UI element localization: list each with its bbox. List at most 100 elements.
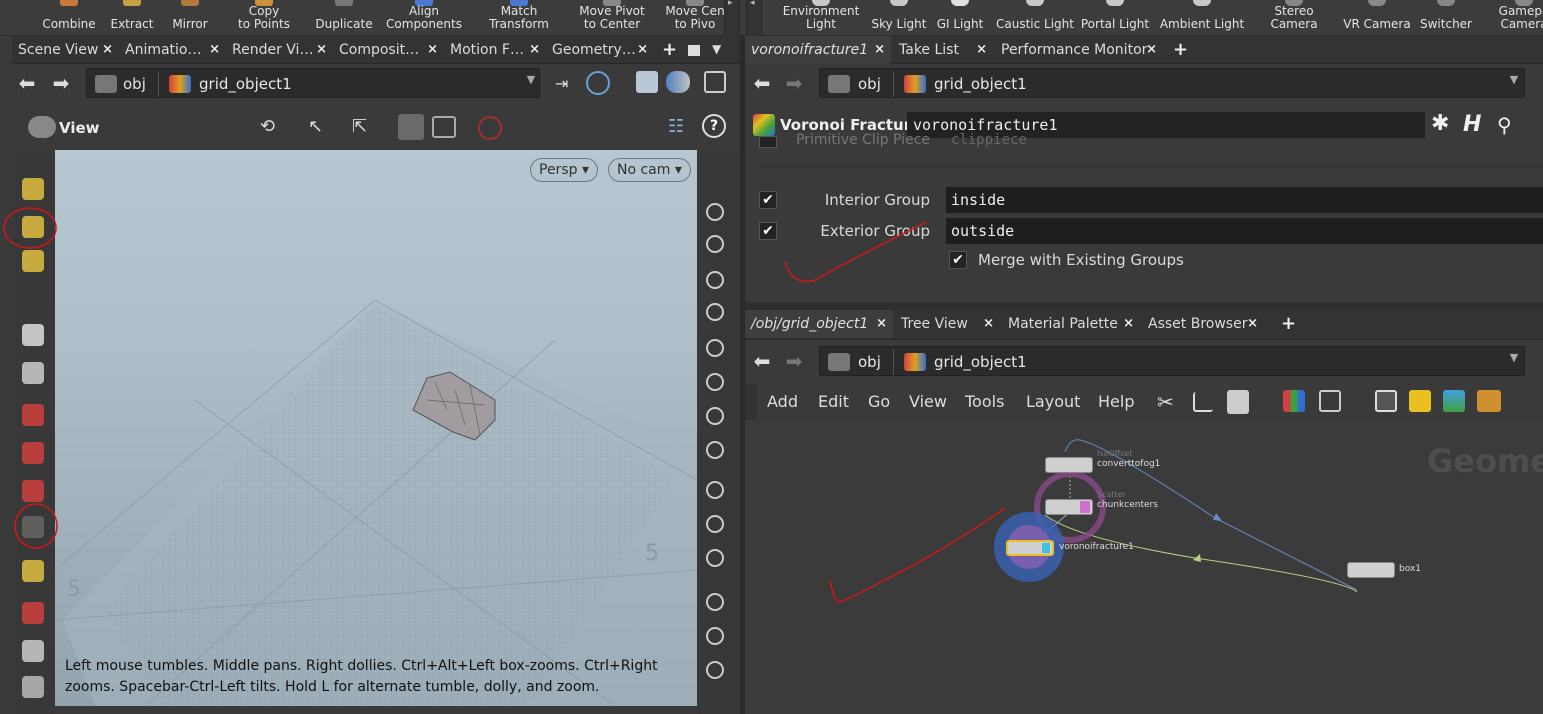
path-dropdown-icon[interactable]: ▼	[1505, 73, 1523, 87]
path-field[interactable]: obj grid_object1	[819, 68, 1525, 98]
network-tabbar: /obj/grid_object1 × Tree View × Material Pal…	[745, 310, 1543, 340]
shelf-divider-2[interactable]: ◂	[746, 0, 762, 36]
path-segment-object[interactable]: grid_object1	[934, 353, 1027, 371]
node-converttofog1[interactable]	[1045, 457, 1093, 473]
tab-close-icon[interactable]: ×	[1247, 310, 1258, 338]
annotation-overlay	[3, 207, 58, 549]
shelf-light-text-line2: Light	[806, 17, 836, 31]
tab-close-icon[interactable]: ×	[1123, 310, 1134, 338]
tab-2[interactable]: Material Palette ×	[1002, 310, 1140, 338]
tab-1[interactable]: Take List ×	[893, 36, 993, 64]
shelf-light-text: VR Camera	[1343, 17, 1411, 31]
tab-close-icon[interactable]: ×	[983, 310, 994, 338]
node-label: chunkcenters	[1097, 500, 1158, 510]
shelf-light-0[interactable]: Environment Light	[778, 0, 864, 34]
path-separator	[884, 349, 894, 375]
shelf-light-text-line2: Camera	[1270, 17, 1318, 31]
parameter-panel: Primitive Clip Piece clippiece ✔ Interio…	[745, 132, 1543, 302]
menu-handle[interactable]	[745, 384, 757, 420]
tab-close-icon[interactable]: ×	[874, 36, 885, 64]
shelf-light-label: Caustic Light	[994, 18, 1076, 30]
shelf-light-icon	[890, 0, 908, 6]
path-segment-obj[interactable]: obj	[858, 353, 881, 371]
back-arrow-icon[interactable]: ⬅	[751, 351, 773, 371]
houdini-help-icon[interactable]: H	[1463, 112, 1487, 138]
sticky-note-icon[interactable]	[1409, 390, 1431, 412]
geo-object-icon	[904, 353, 926, 371]
digital-asset-icon[interactable]	[1477, 390, 1501, 412]
menu-edit[interactable]: Edit	[818, 392, 849, 411]
node-chunkcenters[interactable]	[1045, 499, 1093, 515]
node-voronoifracture1[interactable]	[1006, 540, 1054, 556]
list-icon[interactable]	[1227, 390, 1249, 414]
menu-add[interactable]: Add	[767, 392, 798, 411]
merge-groups-label: Merge with Existing Groups	[978, 251, 1184, 269]
shelf-light-text: Switcher	[1420, 17, 1472, 31]
shelf-light-6[interactable]: Stereo Camera	[1258, 0, 1330, 34]
path-segment-obj[interactable]: obj	[858, 75, 881, 93]
shelf-light-label: Sky Light	[868, 17, 930, 31]
shelf-light-label: GI Light	[934, 18, 986, 30]
node-label: converttofog1	[1097, 459, 1161, 469]
shelf-light-text-line1: Environment	[782, 4, 860, 18]
gear-icon[interactable]: ✱	[1431, 113, 1455, 137]
params-pathbar: ⬅ ➡ obj grid_object1 ▼	[745, 64, 1543, 102]
params-tabbar: voronoifracture1 × Take List × Performance M…	[745, 36, 1543, 64]
shape-palette-icon[interactable]	[1319, 390, 1341, 412]
exterior-group-field[interactable]: outside	[946, 218, 1543, 244]
network-box-icon[interactable]	[1375, 390, 1397, 412]
forward-arrow-icon[interactable]: ➡	[783, 73, 805, 93]
tab-0[interactable]: voronoifracture1 ×	[745, 36, 891, 64]
search-icon[interactable]: ⚲	[1497, 113, 1521, 137]
shelf-light-2[interactable]: GI Light	[934, 0, 986, 34]
network-editor[interactable]: Geomet IsoOffset converttofog1 Scatter c…	[745, 420, 1543, 714]
shelf-light-4[interactable]: Portal Light	[1080, 0, 1150, 34]
tab-3[interactable]: Asset Browser ×	[1142, 310, 1264, 338]
path-field[interactable]: obj grid_object1	[819, 346, 1525, 376]
shelf-light-8[interactable]: Switcher	[1414, 0, 1478, 34]
horizontal-splitter[interactable]	[745, 302, 1543, 310]
tools-icon[interactable]: ✂	[1157, 390, 1183, 414]
menu-view[interactable]: View	[909, 392, 947, 411]
color-palette-icon[interactable]	[1283, 390, 1305, 412]
shelf-light-icon	[1106, 0, 1124, 6]
shelf-light-label: Portal Light	[1080, 17, 1150, 31]
tree-icon[interactable]	[1193, 392, 1213, 412]
shelf-light-7[interactable]: VR Camera	[1340, 0, 1414, 34]
shelf-light-3[interactable]: Caustic Light	[994, 0, 1076, 34]
tab-close-icon[interactable]: ×	[1146, 36, 1157, 64]
tab-label: Material Palette	[1008, 316, 1118, 332]
shelf-light-icon	[1368, 0, 1386, 6]
shelf-light-label: Environment Light	[778, 4, 864, 31]
menu-go[interactable]: Go	[868, 392, 890, 411]
tab-1[interactable]: Tree View ×	[895, 310, 1000, 338]
shelf-light-icon	[1437, 0, 1455, 6]
shelf-light-9[interactable]: GamepaCamera	[1484, 0, 1543, 34]
tab-2[interactable]: Performance Monitor ×	[995, 36, 1163, 64]
shelf-light-text: Ambient Light	[1159, 17, 1245, 31]
add-tab-button[interactable]: +	[1173, 39, 1188, 60]
path-segment-object[interactable]: grid_object1	[934, 75, 1027, 93]
back-arrow-icon[interactable]: ⬅	[751, 73, 773, 93]
tab-close-icon[interactable]: ×	[876, 310, 887, 338]
shelf-light-icon	[1026, 0, 1044, 6]
interior-group-field[interactable]: inside	[946, 187, 1543, 213]
background-image-icon[interactable]	[1443, 390, 1465, 412]
tab-0[interactable]: /obj/grid_object1 ×	[745, 310, 893, 338]
voronoi-node-icon	[753, 114, 775, 136]
shelf-light-1[interactable]: Sky Light	[868, 0, 930, 34]
tab-label: Tree View	[901, 316, 968, 332]
forward-arrow-icon[interactable]: ➡	[783, 351, 805, 371]
path-dropdown-icon[interactable]: ▼	[1505, 351, 1523, 365]
shelf-light-5[interactable]: Ambient Light	[1156, 0, 1248, 34]
shelf-light-text: Sky Light	[871, 17, 927, 31]
shelf-light-text: Portal Light	[1080, 17, 1150, 31]
add-tab-button[interactable]: +	[1281, 313, 1296, 334]
menu-tools[interactable]: Tools	[965, 392, 1004, 411]
tab-close-icon[interactable]: ×	[976, 36, 987, 64]
menu-help[interactable]: Help	[1098, 392, 1134, 411]
node-box1[interactable]	[1347, 562, 1395, 578]
geo-object-icon	[904, 75, 926, 93]
shelf-light-text-line1: Stereo	[1274, 4, 1314, 18]
menu-layout[interactable]: Layout	[1026, 392, 1080, 411]
